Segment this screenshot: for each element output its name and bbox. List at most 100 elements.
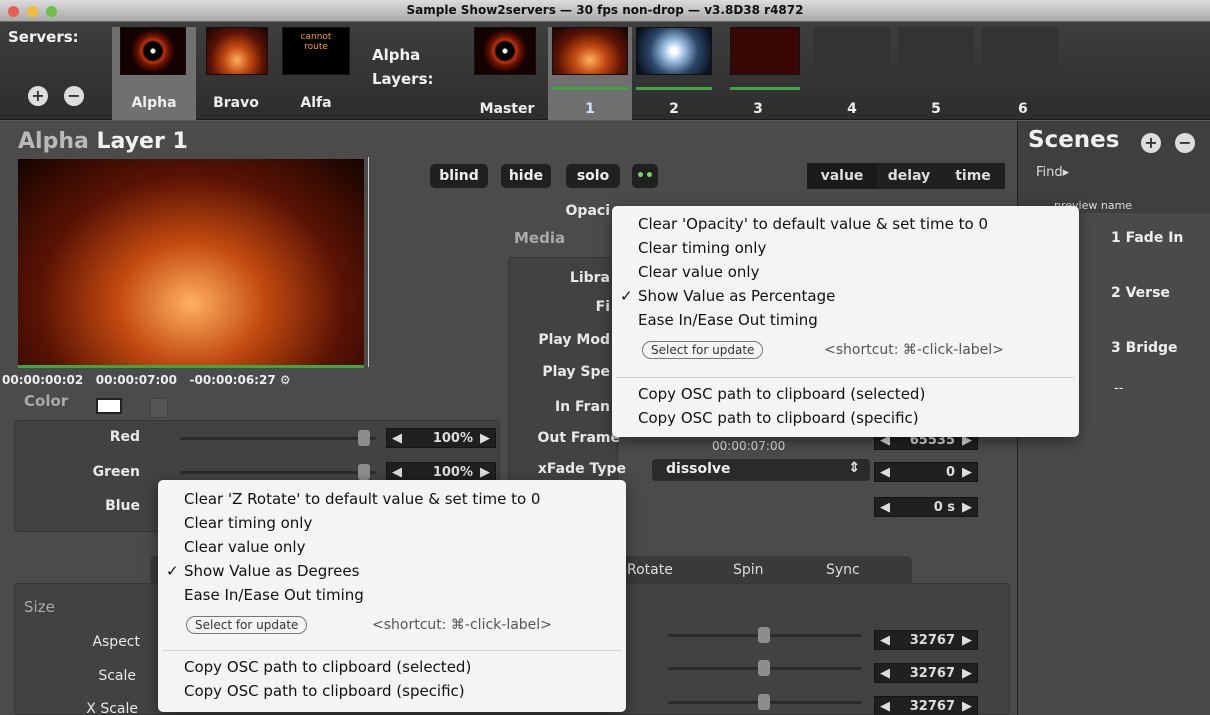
add-server-icon[interactable]: + [28,86,48,106]
gear-icon[interactable]: ⚙ [280,373,291,387]
menu-item-copy-osc-selected[interactable]: Copy OSC path to clipboard (selected) [638,385,925,403]
x-scale-stepper[interactable]: ◀ 32767 ▶ [874,696,978,715]
blue-label[interactable]: Blue [40,498,140,514]
menu-item-clear-default[interactable]: Clear 'Z Rotate' to default value & set … [184,490,540,508]
red-slider[interactable] [180,437,376,440]
green-slider-knob[interactable] [358,464,370,480]
menu-item-show-degrees[interactable]: Show Value as Degrees [184,562,359,580]
aspect-label[interactable]: Aspect [40,634,140,650]
remove-server-icon[interactable]: − [64,86,84,106]
select-for-update-chip[interactable]: Select for update [186,616,308,634]
menu-separator [162,650,622,651]
media-label-library[interactable]: Libra [520,270,610,286]
timecode-current: 00:00:00:02 [2,373,84,387]
media-label-play-speed[interactable]: Play Spe [520,364,610,380]
blind-button[interactable]: blind [430,164,488,188]
menu-item-clear-timing[interactable]: Clear timing only [184,514,312,532]
size-heading: Size [24,598,55,616]
scale-slider-knob[interactable] [758,660,770,676]
server-alfa-name: Alfa [300,95,332,111]
scale-label[interactable]: Scale [40,668,136,684]
menu-item-clear-value[interactable]: Clear value only [638,263,759,281]
menu-item-clear-value[interactable]: Clear value only [184,538,305,556]
green-slider[interactable] [180,471,376,474]
media-label-out-frame[interactable]: Out Frame [510,430,620,446]
menu-item-copy-osc-selected[interactable]: Copy OSC path to clipboard (selected) [184,658,471,676]
media-label-play-mode[interactable]: Play Mod [520,332,610,348]
xfade-select[interactable]: dissolve ⇕ [652,459,870,481]
opacity-label[interactable]: Opaci [540,203,610,219]
checkmark-icon: ✓ [166,562,179,580]
layer-master-label: Master [479,101,535,117]
dots-toggle-button[interactable]: •• [632,164,658,188]
timecode-row: 00:00:00:02 00:00:07:00 -00:00:06:27 ⚙ [2,373,291,387]
thumb-text-route: route [304,42,328,52]
tab-sync[interactable]: Sync [826,562,860,578]
server-alpha-name: Alpha [131,95,177,111]
scenes-title: Scenes [1028,127,1120,153]
add-scene-icon[interactable]: + [1141,133,1161,153]
layer-1-label: 1 [585,101,595,117]
server-alpha-thumb [120,27,186,75]
server-alpha[interactable]: Alpha [112,27,196,120]
tab-rotate[interactable]: Rotate [627,562,673,578]
server-bravo[interactable]: Bravo [196,27,276,120]
server-alfa-thumb: cannot route [282,27,350,75]
green-stepper[interactable]: ◀ 100% ▶ [386,462,496,482]
find-field[interactable]: Find▸ [1036,165,1069,180]
scale-stepper[interactable]: ◀ 32767 ▶ [874,663,978,683]
aspect-slider-knob[interactable] [758,627,770,643]
menu-item-ease-timing[interactable]: Ease In/Ease Out timing [638,311,818,329]
segment-delay[interactable]: delay [877,163,941,189]
layer-5[interactable]: 5 [894,27,978,120]
layer-master[interactable]: Master [466,27,548,120]
xfade-stepper[interactable]: ◀ 0 ▶ [874,462,978,482]
red-stepper[interactable]: ◀ 100% ▶ [386,428,496,448]
layer-2-thumb [636,27,712,75]
tab-spin[interactable]: Spin [733,562,764,578]
layer-1[interactable]: 1 [548,27,632,120]
remove-scene-icon[interactable]: − [1175,133,1195,153]
menu-item-copy-osc-specific[interactable]: Copy OSC path to clipboard (specific) [184,682,465,700]
menu-separator [616,377,1075,378]
server-alfa[interactable]: cannot route Alfa [276,27,356,120]
segment-value[interactable]: value [807,163,877,189]
shortcut-hint: <shortcut: ⌘-click-label> [824,342,1004,358]
layer-5-label: 5 [931,101,941,117]
panel-server-name: Alpha [18,129,89,154]
select-for-update-chip[interactable]: Select for update [642,341,764,359]
timecode-remaining: -00:00:06:27 [189,373,276,387]
media-label-in-frame[interactable]: In Fran [520,399,610,415]
solo-button[interactable]: solo [566,164,620,188]
layer-3[interactable]: 3 [716,27,800,120]
color-swatch[interactable] [96,398,122,414]
media-label-file[interactable]: Fi [520,299,610,315]
checkmark-icon: ✓ [620,287,633,305]
x-scale-slider-knob[interactable] [758,694,770,710]
seconds-stepper[interactable]: ◀ 0 s ▶ [874,497,978,517]
color-swatch-alt[interactable] [150,398,168,418]
layer-2[interactable]: 2 [632,27,716,120]
z-rotate-context-menu: Clear 'Z Rotate' to default value & set … [158,480,626,712]
layer-preview [18,159,364,365]
preview-divider [368,157,369,367]
menu-item-show-percentage[interactable]: Show Value as Percentage [638,287,835,305]
layer-master-thumb [474,27,536,75]
layer-4-label: 4 [847,101,857,117]
layer-4[interactable]: 4 [810,27,894,120]
x-scale-label[interactable]: X Scale [40,701,138,715]
red-label[interactable]: Red [40,429,140,445]
menu-item-ease-timing[interactable]: Ease In/Ease Out timing [184,586,364,604]
hide-button[interactable]: hide [501,164,551,188]
media-label-xfade-type[interactable]: xFade Type [500,461,626,477]
menu-item-clear-timing[interactable]: Clear timing only [638,239,766,257]
menu-item-clear-default[interactable]: Clear 'Opacity' to default value & set t… [638,215,988,233]
layer-6[interactable]: 6 [978,27,1062,120]
red-value: 100% [432,431,473,446]
panel-layer-name: Layer 1 [96,129,188,154]
green-label[interactable]: Green [40,464,140,480]
segment-time[interactable]: time [941,163,1005,189]
aspect-stepper[interactable]: ◀ 32767 ▶ [874,630,978,650]
menu-item-copy-osc-specific[interactable]: Copy OSC path to clipboard (specific) [638,409,919,427]
red-slider-knob[interactable] [358,430,370,446]
